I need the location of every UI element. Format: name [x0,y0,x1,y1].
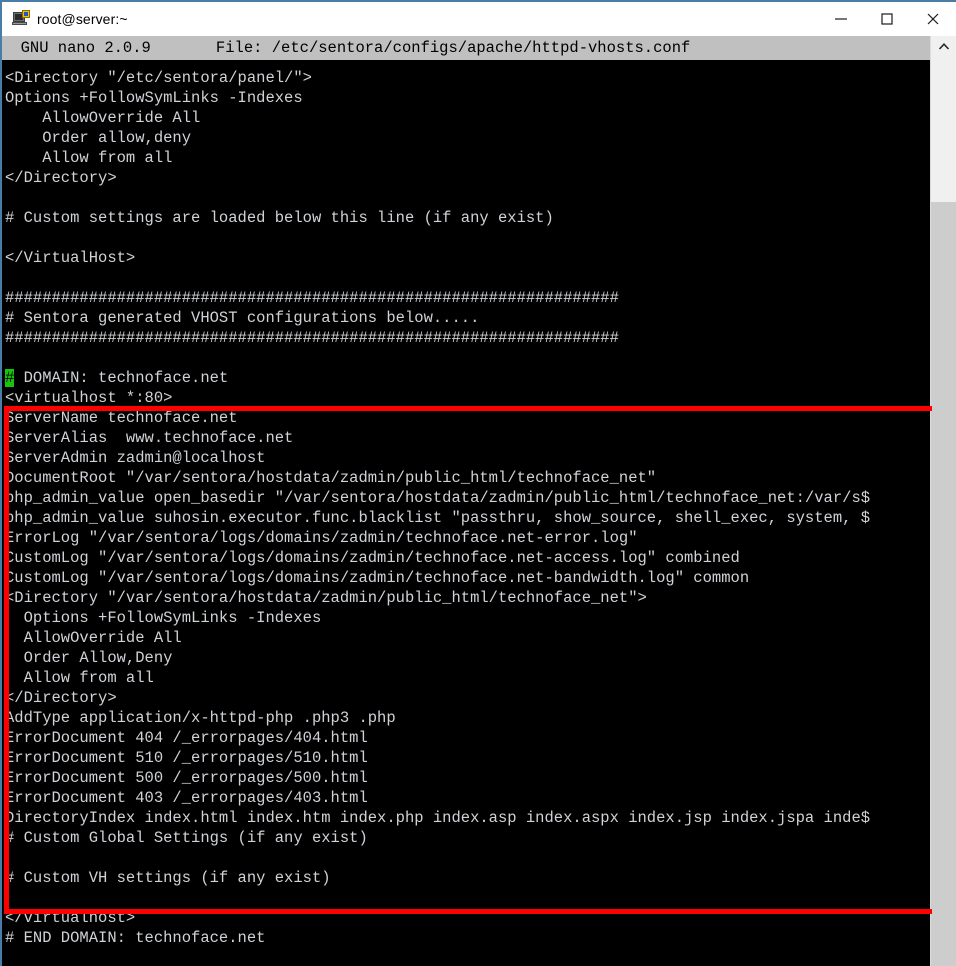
nano-text-area[interactable]: <Directory "/etc/sentora/panel/"> Options… [2,68,932,966]
terminal-line: Order Allow,Deny [5,649,173,667]
terminal-line: DocumentRoot "/var/sentora/hostdata/zadm… [5,469,657,487]
terminal-line: ServerAlias www.technoface.net [5,429,294,447]
terminal-line: Options +FollowSymLinks -Indexes [5,89,303,107]
terminal-line: <Directory "/etc/sentora/panel/"> [5,69,312,87]
text-cursor: # [5,369,15,387]
terminal-line: php_admin_value suhosin.executor.func.bl… [5,509,871,527]
putty-terminal-icon [12,10,30,28]
minimize-button[interactable] [818,2,864,36]
terminal-line: </VirtualHost> [5,249,136,267]
terminal-line: <virtualhost *:80> [5,389,173,407]
terminal-screen[interactable]: GNU nano 2.0.9 File: /etc/sentora/config… [2,36,932,966]
chevron-up-icon [938,43,949,50]
terminal-line: Allow from all [5,669,154,687]
window-controls [818,2,956,36]
window-title: root@server:~ [37,11,128,27]
close-button[interactable] [910,2,956,36]
terminal-line: <Directory "/var/sentora/hostdata/zadmin… [5,589,647,607]
terminal-line: php_admin_value open_basedir "/var/sento… [5,489,871,507]
scroll-up-button[interactable] [931,36,956,58]
titlebar-left-group: root@server:~ [2,10,818,28]
terminal-line: Order allow,deny [5,129,192,147]
terminal-line: # Custom VH settings (if any exist) [5,869,331,887]
minimize-icon [835,18,847,20]
terminal-line: ErrorLog "/var/sentora/logs/domains/zadm… [5,529,638,547]
terminal-line: ########################################… [5,329,619,347]
terminal-line: AllowOverride All [5,629,182,647]
terminal-line: # END DOMAIN: technoface.net [5,929,266,947]
terminal-line: # DOMAIN: technoface.net [5,369,229,387]
nano-header-bar: GNU nano 2.0.9 File: /etc/sentora/config… [2,36,932,60]
terminal-line: CustomLog "/var/sentora/logs/domains/zad… [5,549,740,567]
terminal-line: DirectoryIndex index.html index.htm inde… [5,809,871,827]
terminal-line: CustomLog "/var/sentora/logs/domains/zad… [5,569,750,587]
terminal-line: ErrorDocument 403 /_errorpages/403.html [5,789,368,807]
maximize-button[interactable] [864,2,910,36]
terminal-window: root@server:~ GNU nano 2.0.9 File: /etc/… [0,0,956,966]
terminal-line: </virtualhost> [5,909,136,927]
maximize-icon [881,13,893,25]
scrollbar-thumb[interactable] [931,202,956,966]
terminal-line: # Sentora generated VHOST configurations… [5,309,480,327]
close-icon [927,13,939,25]
terminal-line: ServerName technoface.net [5,409,238,427]
terminal-line: # Custom Global Settings (if any exist) [5,829,368,847]
window-titlebar: root@server:~ [2,2,956,36]
terminal-line: ########################################… [5,289,619,307]
terminal-line: AllowOverride All [5,109,201,127]
terminal-line: ErrorDocument 500 /_errorpages/500.html [5,769,368,787]
terminal-line: </Directory> [5,689,117,707]
terminal-line: Allow from all [5,149,173,167]
terminal-line: AddType application/x-httpd-php .php3 .p… [5,709,396,727]
terminal-line: ErrorDocument 404 /_errorpages/404.html [5,729,368,747]
terminal-line: # Custom settings are loaded below this … [5,209,554,227]
terminal-line: ServerAdmin zadmin@localhost [5,449,266,467]
terminal-line: ErrorDocument 510 /_errorpages/510.html [5,749,368,767]
terminal-line: </Directory> [5,169,117,187]
terminal-line: Options +FollowSymLinks -Indexes [5,609,322,627]
vertical-scrollbar[interactable] [930,36,956,966]
